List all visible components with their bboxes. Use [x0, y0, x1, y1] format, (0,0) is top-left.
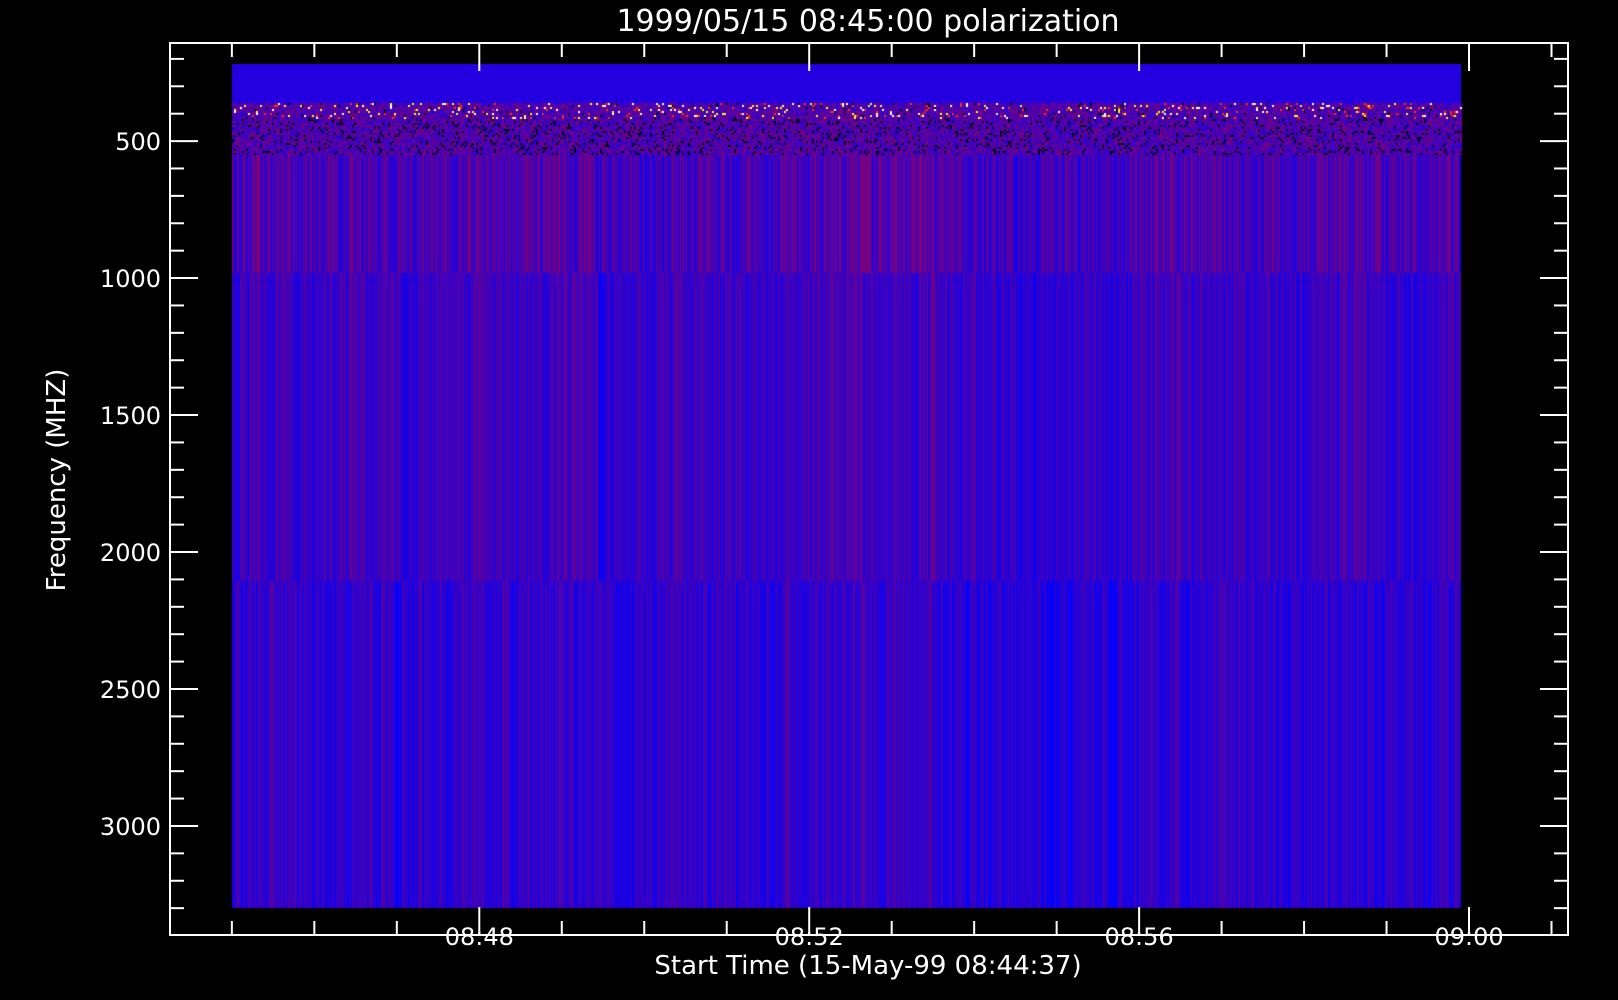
y-tick-label: 1000	[100, 265, 161, 293]
y-tick-label: 2000	[100, 539, 161, 567]
chart-title: 1999/05/15 08:45:00 polarization	[616, 4, 1119, 39]
x-tick-label: 08:48	[445, 923, 514, 951]
y-tick-labels: 500 1000 1500 2000 2500 3000	[100, 128, 161, 841]
y-tick-label: 1500	[100, 402, 161, 430]
x-tick-label: 08:56	[1105, 923, 1174, 951]
x-tick-label: 09:00	[1434, 923, 1503, 951]
y-tick-label: 500	[115, 128, 161, 156]
x-axis-label: Start Time (15-May-99 08:44:37)	[654, 951, 1081, 981]
y-tick-label: 2500	[100, 676, 161, 704]
y-axis-label: Frequency (MHZ)	[42, 369, 72, 592]
axis-ticks	[170, 43, 1568, 935]
chart: 1999/05/15 08:45:00 polarization 08:48 08…	[42, 4, 1569, 981]
y-tick-label: 3000	[100, 813, 161, 841]
plot-frame	[169, 42, 1569, 936]
x-tick-label: 08:52	[775, 923, 844, 951]
